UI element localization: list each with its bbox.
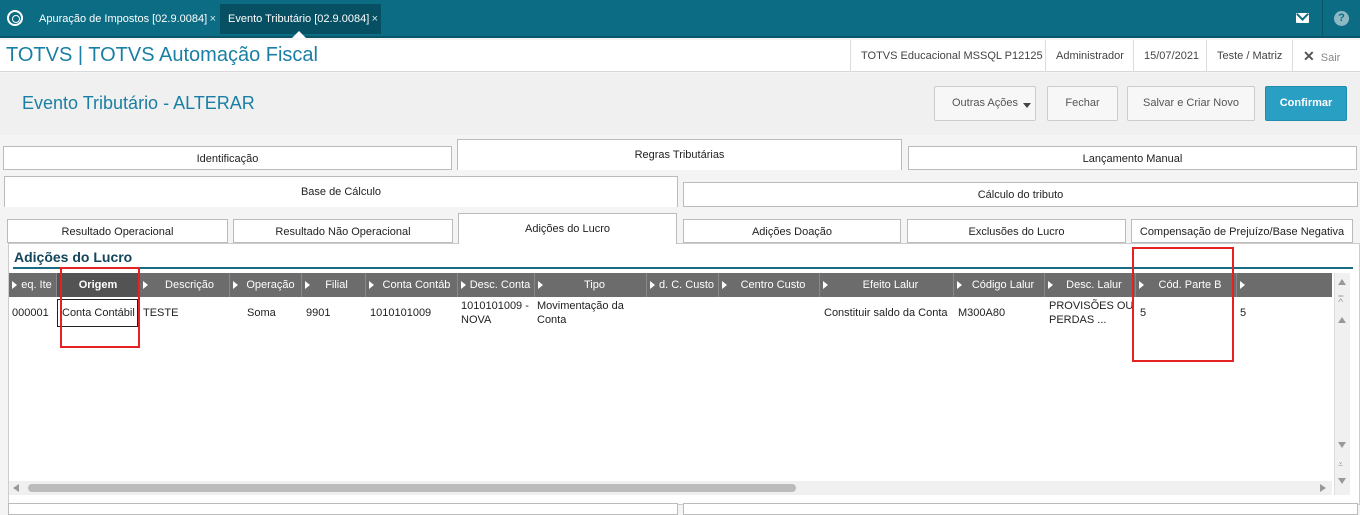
close-button[interactable]: Fechar (1047, 86, 1118, 121)
column-header-seq[interactable]: eq. Ite (9, 273, 57, 297)
close-icon[interactable]: × (210, 4, 216, 34)
exit-label: Sair (1320, 52, 1341, 64)
tab-label: Apuração de Impostos [02.9.0084] (39, 13, 208, 25)
scroll-bottom-icon[interactable]: ⩡ (1338, 460, 1347, 469)
chevron-down-icon (1023, 103, 1031, 108)
save-and-new-button[interactable]: Salvar e Criar Novo (1127, 86, 1255, 121)
column-header-conta[interactable]: Conta Contáb (366, 273, 458, 297)
tab-adicoes-doacao[interactable]: Adições Doação (683, 219, 901, 243)
tab-resultado-nao-operacional[interactable]: Resultado Não Operacional (233, 219, 453, 243)
close-icon: ✕ (1303, 48, 1315, 64)
column-header-filial[interactable]: Filial (302, 273, 366, 297)
app-title: TOTVS | TOTVS Automação Fiscal (6, 44, 318, 66)
close-icon[interactable]: × (372, 4, 378, 34)
column-header-tipo[interactable]: Tipo (535, 273, 647, 297)
branch-label[interactable]: Teste / Matriz (1206, 40, 1292, 72)
highlight-box-cod-parte-b (1132, 247, 1234, 362)
tab-resultado-operacional[interactable]: Resultado Operacional (7, 219, 228, 243)
page-header: Evento Tributário - ALTERAR Outras Ações… (0, 73, 1360, 135)
sort-arrow-icon (233, 281, 238, 289)
active-tab-caret-icon (292, 31, 306, 38)
scroll-top-icon[interactable]: ⩞ (1338, 295, 1347, 304)
scroll-down-icon[interactable] (1338, 478, 1346, 484)
cell-efeito-lalur: Constituir saldo da Conta (824, 307, 948, 319)
scroll-right-icon[interactable] (1320, 484, 1326, 492)
bottom-panel-right (683, 503, 1358, 515)
tab-evento-tributario[interactable]: Evento Tributário [02.9.0084] × (220, 4, 381, 38)
confirm-button[interactable]: Confirmar (1265, 86, 1347, 121)
scroll-page-down-icon[interactable] (1338, 442, 1346, 448)
exit-button[interactable]: ✕ Sair (1292, 40, 1350, 72)
environment-label[interactable]: TOTVS Educacional MSSQL P12125 (850, 40, 1053, 72)
cell-seq: 000001 (12, 307, 49, 319)
help-icon[interactable]: ? (1334, 11, 1349, 26)
column-header-descricao[interactable]: Descrição (140, 273, 230, 297)
sort-arrow-icon (722, 281, 727, 289)
cell-operacao: Soma (247, 307, 276, 319)
date-label[interactable]: 15/07/2021 (1133, 40, 1209, 72)
scroll-page-up-icon[interactable] (1338, 317, 1346, 323)
column-header-efeito-lalur[interactable]: Efeito Lalur (820, 273, 954, 297)
sort-arrow-icon (1048, 281, 1053, 289)
cell-desc-conta-line2: NOVA (461, 314, 492, 326)
totvs-logo-icon[interactable] (7, 10, 23, 26)
cell-desc-lalur-line1: PROVISÕES OU (1049, 300, 1134, 312)
tab-exclusoes-do-lucro[interactable]: Exclusões do Lucro (907, 219, 1126, 243)
column-header-desc-lalur[interactable]: Desc. Lalur (1045, 273, 1136, 297)
column-header-centro-custo[interactable]: Centro Custo (719, 273, 820, 297)
column-header-extra[interactable] (1237, 273, 1332, 297)
divider (1322, 0, 1323, 38)
column-header-cod-c-custo[interactable]: d. C. Custo (647, 273, 719, 297)
column-header-operacao[interactable]: Operação (230, 273, 302, 297)
tab-label: Evento Tributário [02.9.0084] (228, 13, 370, 25)
tab-lancamento-manual[interactable]: Lançamento Manual (908, 146, 1357, 170)
bottom-panel-left (8, 503, 678, 515)
column-header-desc-conta[interactable]: Desc. Conta (458, 273, 535, 297)
highlight-box-origem (60, 267, 140, 348)
sort-arrow-icon (12, 281, 17, 289)
sort-arrow-icon (957, 281, 962, 289)
tab-apuracao-impostos[interactable]: Apuração de Impostos [02.9.0084] × (31, 4, 219, 34)
sort-arrow-icon (369, 281, 374, 289)
mail-icon[interactable] (1296, 13, 1309, 23)
cell-extra: 5 (1240, 307, 1247, 319)
cell-codigo-lalur: M300A80 (958, 307, 1006, 319)
other-actions-button[interactable]: Outras Ações (934, 86, 1036, 121)
sort-arrow-icon (1240, 281, 1245, 289)
sort-arrow-icon (461, 281, 466, 289)
tab-compensacao-prejuizo[interactable]: Compensação de Prejuízo/Base Negativa (1131, 219, 1353, 243)
cell-tipo-line2: Conta (537, 314, 567, 326)
tab-base-de-calculo[interactable]: Base de Cálculo (4, 176, 678, 207)
column-header-codigo-lalur[interactable]: Código Lalur (954, 273, 1045, 297)
cell-descricao: TESTE (143, 307, 179, 319)
sort-arrow-icon (538, 281, 543, 289)
sort-arrow-icon (823, 281, 828, 289)
tab-adicoes-do-lucro[interactable]: Adições do Lucro (458, 213, 677, 244)
cell-conta: 1010101009 (370, 307, 432, 319)
cell-desc-conta-line1: 1010101009 - (461, 300, 529, 312)
panel-title: Adições do Lucro (14, 249, 133, 265)
cell-filial: 9901 (306, 307, 331, 319)
tab-identificacao[interactable]: Identificação (3, 146, 452, 170)
sort-arrow-icon (650, 281, 655, 289)
sort-arrow-icon (143, 281, 148, 289)
cell-desc-lalur-line2: PERDAS ... (1049, 314, 1107, 326)
tab-regras-tributarias[interactable]: Regras Tributárias (457, 139, 902, 170)
sort-arrow-icon (305, 281, 310, 289)
vertical-scrollbar[interactable]: ⩞ ⩡ (1334, 273, 1350, 495)
scroll-left-icon[interactable] (13, 484, 19, 492)
horizontal-scroll-thumb[interactable] (28, 484, 796, 492)
cell-tipo-line1: Movimentação da (537, 300, 624, 312)
app-bar: TOTVS | TOTVS Automação Fiscal TOTVS Edu… (0, 40, 1360, 72)
page-title: Evento Tributário - ALTERAR (22, 93, 255, 113)
scroll-up-icon[interactable] (1338, 279, 1346, 285)
tab-calculo-do-tributo[interactable]: Cálculo do tributo (683, 182, 1358, 207)
user-label[interactable]: Administrador (1045, 40, 1134, 72)
top-bar: Apuração de Impostos [02.9.0084] × Event… (0, 0, 1360, 38)
other-actions-label: Outras Ações (951, 97, 1019, 109)
